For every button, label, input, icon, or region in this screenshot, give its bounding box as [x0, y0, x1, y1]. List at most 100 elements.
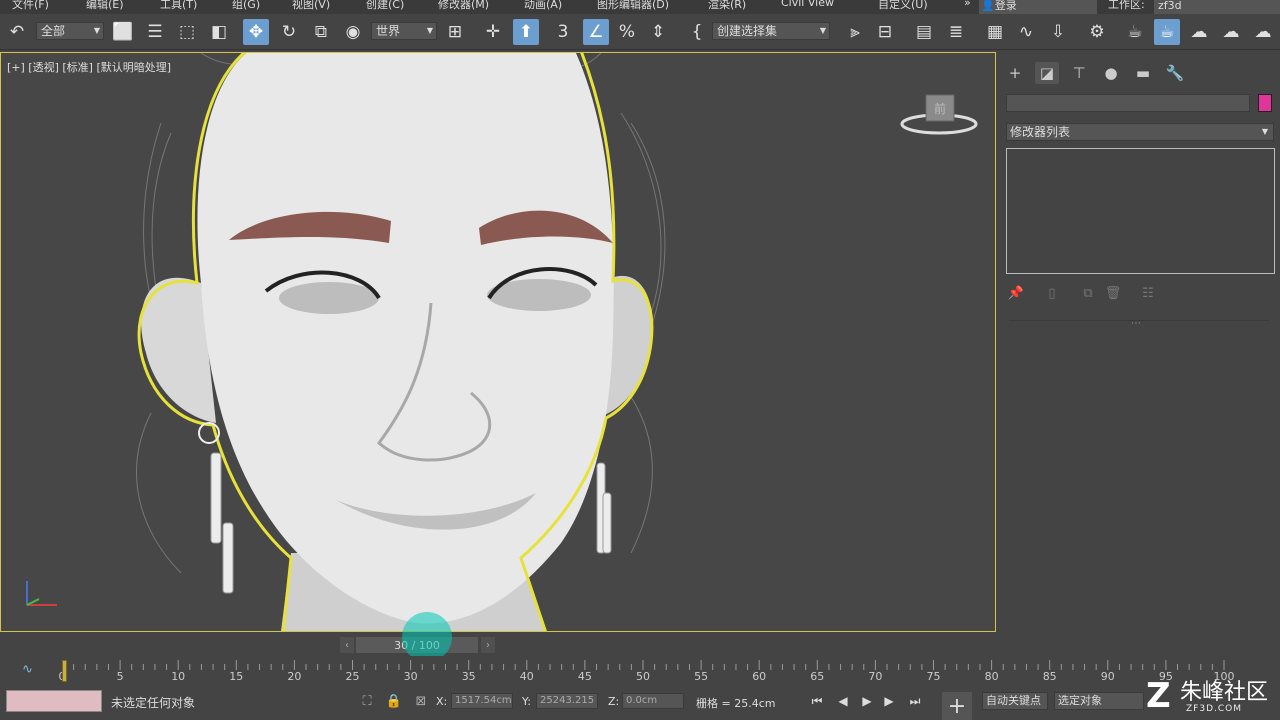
- menu-civil-view[interactable]: Civil View: [781, 0, 834, 9]
- workspace-dropdown[interactable]: zf3d: [1154, 0, 1280, 14]
- x-coord-field[interactable]: 1517.54cm: [451, 693, 513, 709]
- place-icon[interactable]: ◉: [340, 19, 366, 45]
- previous-key-icon[interactable]: ◀: [832, 692, 854, 710]
- menu-graph-editors[interactable]: 图形编辑器(D): [597, 0, 669, 12]
- menu-overflow-icon[interactable]: »: [964, 0, 971, 9]
- modify-tab-icon[interactable]: ◪: [1035, 62, 1059, 84]
- viewcube-label: 前: [934, 101, 946, 116]
- hierarchy-tab-icon[interactable]: ⊤: [1067, 62, 1091, 84]
- isolate-selection-icon[interactable]: ⛶: [358, 692, 376, 710]
- auto-key-button[interactable]: 自动关键点: [982, 692, 1048, 710]
- rect-selection-icon[interactable]: ⬚: [174, 19, 200, 45]
- named-selection-value: 创建选择集: [717, 24, 778, 38]
- render-iterative-icon[interactable]: ☁: [1218, 19, 1244, 45]
- rotate-icon[interactable]: ↻: [276, 19, 302, 45]
- previous-frame-icon[interactable]: ‹: [340, 637, 354, 653]
- make-unique-icon[interactable]: ⧉: [1079, 284, 1097, 302]
- named-selection-edit-icon[interactable]: {: [684, 19, 710, 45]
- object-name-field[interactable]: [1006, 94, 1250, 112]
- rendered-frame-window-icon[interactable]: ☕: [1154, 19, 1180, 45]
- axis-tripod-icon: [26, 581, 57, 606]
- chevron-down-icon: ▼: [1261, 127, 1268, 136]
- motion-tab-icon[interactable]: ●: [1099, 62, 1123, 84]
- y-coord-field[interactable]: 25243.215: [536, 693, 598, 709]
- cursor-highlight: [402, 612, 452, 662]
- keyboard-shortcut-override-icon[interactable]: ⬆: [513, 19, 539, 45]
- snaps-toggle-icon[interactable]: 3: [550, 19, 576, 45]
- angle-snap-icon[interactable]: ∠: [583, 19, 609, 45]
- select-object-icon[interactable]: ⬜: [110, 19, 136, 45]
- track-bar[interactable]: ∿ 05101520253035404550556065707580859095…: [0, 656, 1280, 686]
- viewcube[interactable]: 前: [898, 91, 980, 141]
- menu-file[interactable]: 文件(F): [12, 0, 49, 12]
- layer-explorer-icon[interactable]: ≣: [943, 19, 969, 45]
- utilities-tab-icon[interactable]: 🔧: [1163, 62, 1187, 84]
- scene-explorer-icon[interactable]: ▤: [911, 19, 937, 45]
- menu-animation[interactable]: 动画(A): [524, 0, 562, 12]
- absolute-mode-icon[interactable]: ⊠: [412, 692, 430, 710]
- pin-stack-icon[interactable]: 📌: [1007, 284, 1025, 302]
- menu-modifiers[interactable]: 修改器(M): [438, 0, 489, 12]
- scale-icon[interactable]: ⧉: [308, 19, 334, 45]
- undo-icon[interactable]: ↶: [4, 19, 30, 45]
- workspace-label: 工作区:: [1108, 0, 1145, 11]
- modifier-stack[interactable]: [1006, 148, 1275, 274]
- perspective-viewport[interactable]: [+] [透视] [标准] [默认明暗处理] 前: [0, 52, 996, 632]
- ribbon-toggle-icon[interactable]: ▦: [982, 19, 1008, 45]
- render-setup-icon[interactable]: ☕: [1122, 19, 1148, 45]
- menu-rendering[interactable]: 渲染(R): [708, 0, 746, 12]
- selection-filter-dropdown[interactable]: 全部 ▼: [36, 22, 104, 40]
- render-production-icon[interactable]: ☁: [1186, 19, 1212, 45]
- align-icon[interactable]: ⊟: [872, 19, 898, 45]
- menu-view[interactable]: 视图(V): [292, 0, 330, 12]
- named-selection-dropdown[interactable]: 创建选择集 ▼: [712, 22, 830, 40]
- show-end-result-icon[interactable]: ▯: [1043, 284, 1061, 302]
- percent-snap-icon[interactable]: %: [614, 19, 640, 45]
- window-crossing-icon[interactable]: ◧: [206, 19, 232, 45]
- select-by-name-icon[interactable]: ☰: [142, 19, 168, 45]
- panel-resize-handle[interactable]: ⋯: [1131, 318, 1141, 329]
- next-frame-icon[interactable]: ›: [481, 637, 495, 653]
- configure-modifier-sets-icon[interactable]: ☷: [1139, 284, 1157, 302]
- watermark: Z 朱峰社区 ZF3D.COM: [1146, 674, 1276, 720]
- spinner-snap-icon[interactable]: ⇕: [645, 19, 671, 45]
- create-tab-icon[interactable]: +: [1003, 62, 1027, 84]
- modifier-list-dropdown[interactable]: 修改器列表 ▼: [1006, 123, 1274, 141]
- tick-label: 20: [287, 670, 302, 683]
- menu-customize[interactable]: 自定义(U): [878, 0, 928, 12]
- go-to-start-icon[interactable]: ⏮: [806, 692, 828, 710]
- mirror-icon[interactable]: ⫸: [842, 19, 868, 45]
- schematic-view-icon[interactable]: ⇩: [1045, 19, 1071, 45]
- time-slider[interactable]: ‹ 30 / 100 ›: [0, 634, 1280, 656]
- face-model[interactable]: [1, 53, 995, 631]
- next-key-icon[interactable]: ▶: [878, 692, 900, 710]
- set-key-icon[interactable]: +: [942, 692, 972, 720]
- chevron-down-icon: ▼: [819, 26, 826, 35]
- reference-coord-dropdown[interactable]: 世界 ▼: [371, 22, 437, 40]
- move-icon[interactable]: ✥: [243, 19, 269, 45]
- pivot-center-icon[interactable]: ⊞: [442, 19, 468, 45]
- maxscript-listener[interactable]: [6, 690, 102, 712]
- login-dropdown[interactable]: 👤登录: [979, 0, 1097, 14]
- play-icon[interactable]: ▶: [856, 692, 878, 710]
- selection-lock-icon[interactable]: 🔒: [385, 692, 403, 710]
- tick-label: 70: [868, 670, 883, 683]
- menu-group[interactable]: 组(G): [232, 0, 260, 12]
- object-color-swatch[interactable]: [1258, 94, 1272, 112]
- select-manipulate-icon[interactable]: ✛: [480, 19, 506, 45]
- display-tab-icon[interactable]: ▬: [1131, 62, 1155, 84]
- menu-tools[interactable]: 工具(T): [160, 0, 197, 12]
- tick-label: 80: [984, 670, 999, 683]
- open-mini-curve-editor-icon[interactable]: ∿: [22, 662, 42, 680]
- current-frame-marker[interactable]: [62, 660, 67, 682]
- tick-label: 65: [810, 670, 825, 683]
- menu-create[interactable]: 创建(C): [366, 0, 404, 12]
- curve-editor-icon[interactable]: ∿: [1013, 19, 1039, 45]
- z-coord-field[interactable]: 0.0cm: [622, 693, 684, 709]
- material-editor-icon[interactable]: ⚙: [1084, 19, 1110, 45]
- remove-modifier-icon[interactable]: 🗑: [1104, 284, 1122, 302]
- render-cloud-icon[interactable]: ☁: [1250, 19, 1276, 45]
- go-to-end-icon[interactable]: ⏭: [904, 692, 926, 710]
- menu-edit[interactable]: 编辑(E): [86, 0, 124, 12]
- selected-object-dropdown[interactable]: 选定对象: [1054, 692, 1144, 710]
